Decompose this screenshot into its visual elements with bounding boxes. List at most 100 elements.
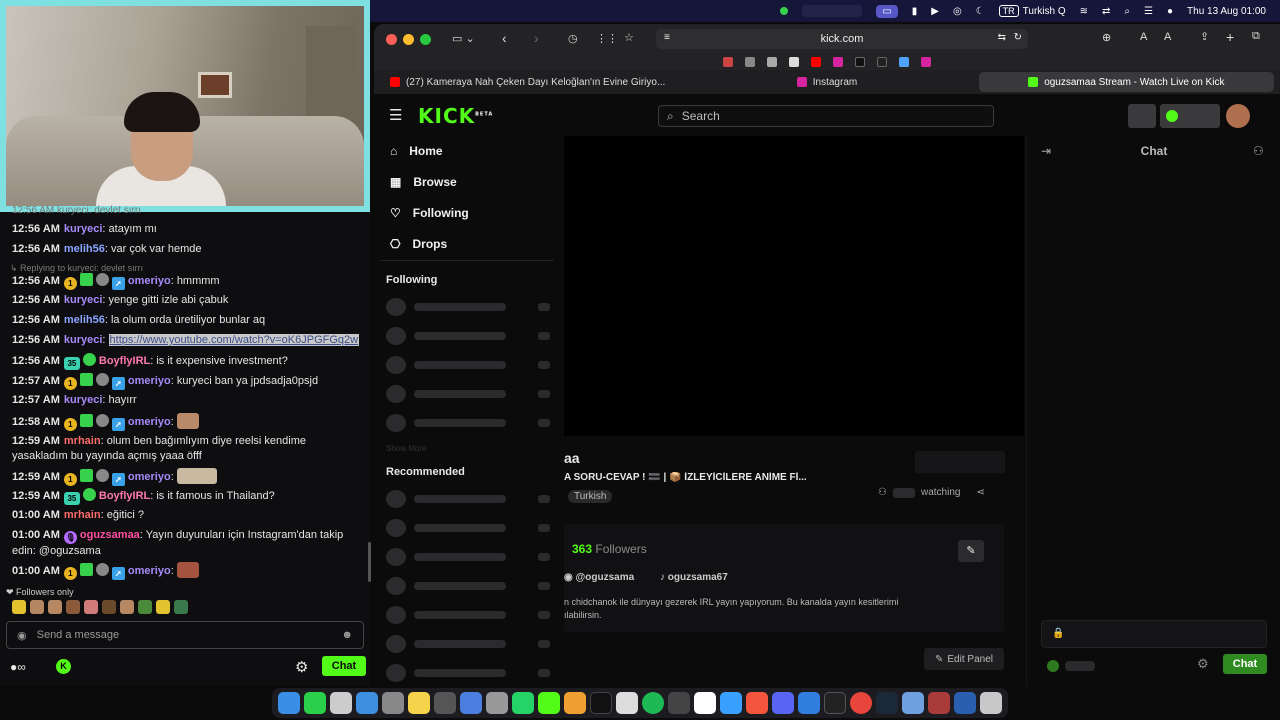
language-tag[interactable]: Turkish (568, 490, 613, 503)
safari-icon[interactable] (720, 692, 742, 714)
kick-points-button[interactable] (1160, 104, 1220, 128)
sidebar-item-drops[interactable]: ⎔ Drops (390, 237, 447, 251)
forward-icon[interactable]: › (534, 30, 539, 46)
emote-icon[interactable] (120, 600, 134, 614)
app-icon[interactable] (928, 692, 950, 714)
video-player[interactable] (564, 136, 1024, 436)
app-icon[interactable] (460, 692, 482, 714)
finder-icon[interactable] (278, 692, 300, 714)
show-more-link[interactable]: Show More (386, 444, 426, 453)
downloads-icon[interactable]: ⊕ (1102, 31, 1111, 44)
text-size-small-icon[interactable]: A (1140, 31, 1147, 43)
airdrop-icon[interactable]: ◎ (953, 6, 962, 17)
kick-points-icon[interactable] (1047, 660, 1059, 672)
share-icon[interactable]: ⇪ (1200, 30, 1209, 43)
app-icon[interactable] (590, 692, 612, 714)
notes-icon[interactable] (408, 692, 430, 714)
capcut-icon[interactable] (694, 692, 716, 714)
close-window-button[interactable] (386, 34, 397, 45)
text-size-large-icon[interactable]: A (1164, 31, 1171, 43)
new-tab-icon[interactable]: + (1226, 29, 1234, 45)
instagram-icon[interactable] (921, 57, 931, 67)
chat-send-button[interactable]: Chat (1223, 654, 1267, 674)
minimize-window-button[interactable] (403, 34, 414, 45)
kick-logo[interactable]: KICKBETA (418, 104, 493, 128)
vpn-icon[interactable]: ⇄ (1102, 6, 1110, 17)
emote-icon[interactable] (84, 600, 98, 614)
bookmark-star-icon[interactable]: ☆ (624, 31, 634, 44)
sidebar-item-browse[interactable]: ▦ Browse (390, 175, 457, 189)
app-icon[interactable] (746, 692, 768, 714)
stats-icon[interactable]: ●∞ (10, 660, 26, 674)
wifi-icon[interactable]: ≋ (1080, 6, 1088, 17)
chat-input[interactable]: 🔒 (1041, 620, 1267, 648)
tabs-icon[interactable]: ⧉ (1252, 30, 1260, 43)
youtube-link[interactable]: https://www.youtube.com/watch?v=oK6JPGFG… (108, 334, 360, 346)
input-source-menu[interactable]: TR Turkish Q (998, 5, 1066, 17)
battery-icon[interactable]: ▮ (912, 6, 918, 17)
kick-icon[interactable] (538, 692, 560, 714)
terminal-icon[interactable] (824, 692, 846, 714)
calculator-icon[interactable] (434, 692, 456, 714)
user-settings-icon[interactable]: ⚇ (1253, 144, 1264, 158)
stream-username[interactable]: aa (564, 450, 580, 466)
search-input[interactable]: ⌕ Search (658, 105, 994, 127)
chat-scrollbar[interactable] (368, 542, 371, 582)
settings-gear-icon[interactable]: ⚙ (1197, 656, 1209, 672)
x-icon[interactable] (855, 57, 865, 67)
emote-icon[interactable] (66, 600, 80, 614)
back-icon[interactable]: ‹ (502, 30, 507, 46)
send-message-input[interactable]: ◉ Send a message ☻ (6, 621, 364, 649)
sidebar-toggle-icon[interactable]: ▭ ⌄ (452, 32, 475, 45)
display-icon[interactable]: ▭ (876, 4, 898, 18)
app-icon[interactable] (954, 692, 976, 714)
social-tiktok[interactable]: ♪ oguzsama67 (660, 572, 728, 583)
emote-icon[interactable] (174, 600, 188, 614)
emote-icon[interactable] (12, 600, 26, 614)
app-icon[interactable] (668, 692, 690, 714)
app-icon[interactable] (798, 692, 820, 714)
emote-picker-icon[interactable]: ◉ (17, 629, 27, 642)
whatsapp-icon[interactable] (512, 692, 534, 714)
favorite-site-icon[interactable] (745, 57, 755, 67)
globe-icon[interactable] (767, 57, 777, 67)
chrome-icon[interactable] (850, 692, 872, 714)
openai-icon[interactable] (789, 57, 799, 67)
kick-points-icon[interactable]: K (56, 659, 71, 674)
reader-icon[interactable]: ≡ (664, 32, 670, 43)
emote-icon[interactable] (138, 600, 152, 614)
tab-overview-icon[interactable]: ⋮⋮ (596, 32, 618, 45)
search-icon[interactable]: ⌕ (1124, 6, 1130, 17)
zoom-window-button[interactable] (420, 34, 431, 45)
tab-kick[interactable]: oguzsamaa Stream - Watch Live on Kick (978, 72, 1274, 92)
emote-icon[interactable] (102, 600, 116, 614)
launchpad-icon[interactable] (330, 692, 352, 714)
tiktok-icon[interactable] (877, 57, 887, 67)
sidebar-item-following[interactable]: ♡ Following (390, 206, 469, 220)
favorite-site-icon[interactable] (723, 57, 733, 67)
screen-record-pill[interactable] (802, 5, 863, 17)
clock[interactable]: Thu 13 Aug 01:00 (1187, 6, 1266, 17)
mail-icon[interactable] (356, 692, 378, 714)
emote-icon[interactable] (48, 600, 62, 614)
history-icon[interactable]: ◷ (568, 32, 578, 45)
photos-icon[interactable] (564, 692, 586, 714)
address-bar[interactable]: ≡ kick.com ⇆ ↻ (656, 29, 1028, 49)
app-icon[interactable] (616, 692, 638, 714)
edit-panel-button[interactable]: ✎ Edit Panel (924, 648, 1004, 670)
youtube-icon[interactable] (811, 57, 821, 67)
tab-youtube[interactable]: (27) Kameraya Nah Çeken Dayı Keloğlan'ın… (380, 72, 675, 92)
emoji-icon[interactable]: ☻ (341, 629, 353, 641)
steam-icon[interactable] (876, 692, 898, 714)
tab-instagram[interactable]: Instagram (679, 72, 974, 92)
edit-pencil-icon[interactable]: ✎ (958, 540, 984, 562)
social-instagram[interactable]: ◉ @oguzsama (564, 572, 634, 583)
play-icon[interactable]: ▶ (931, 6, 939, 17)
share-icon[interactable]: ⋖ (976, 487, 984, 498)
dot-icon[interactable] (780, 7, 789, 15)
avatar[interactable] (1226, 104, 1250, 128)
emote-icon[interactable] (30, 600, 44, 614)
app-icon[interactable] (304, 692, 326, 714)
settings-gear-icon[interactable]: ⚙ (295, 658, 308, 676)
trash-icon[interactable] (980, 692, 1002, 714)
